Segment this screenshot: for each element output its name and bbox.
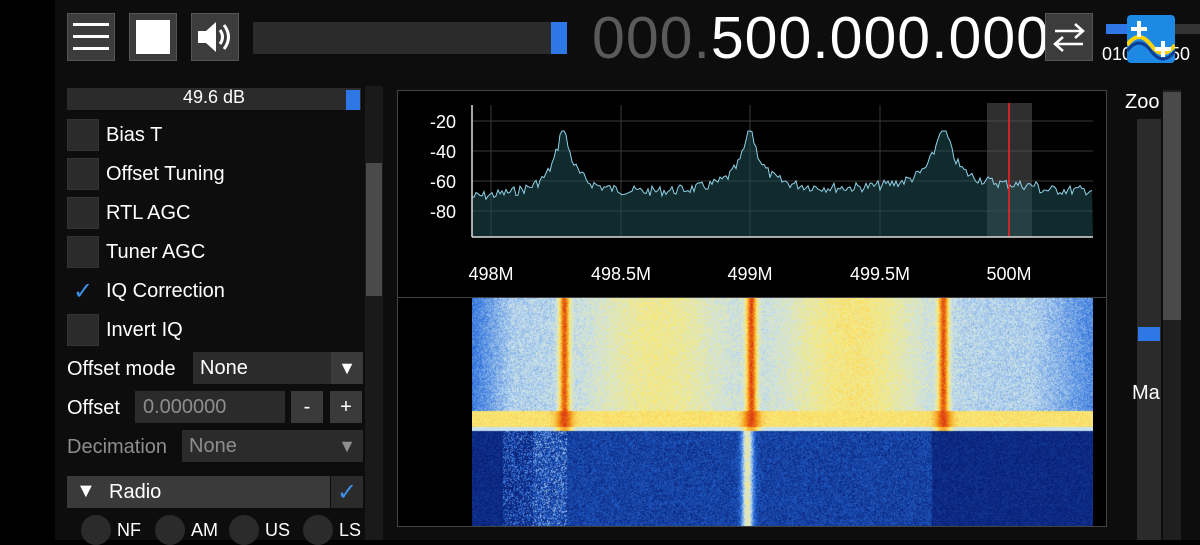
collapse-triangle-icon: ▼ [76, 480, 96, 502]
y-tick-label: -40 [430, 142, 456, 162]
mode-label-am: AM [191, 520, 218, 540]
y-tick-label: -80 [430, 202, 456, 222]
decimation-value: None [189, 435, 237, 457]
mode-radio-lsb[interactable] [303, 515, 333, 545]
right-scrollbar-thumb[interactable] [1163, 92, 1181, 320]
option-tuner-agc[interactable]: Tuner AGC [67, 236, 357, 270]
waterfall-canvas[interactable] [472, 298, 1093, 526]
option-offset-tuning[interactable]: Offset Tuning [67, 158, 357, 192]
checkbox[interactable] [67, 314, 99, 346]
offset-increment-button[interactable]: + [330, 391, 362, 423]
fft-plot[interactable]: -20 -40 -60 -80 498M 498.5M 499M 499.5M … [398, 91, 1108, 299]
waterfall-view[interactable] [397, 297, 1107, 527]
frequency-display[interactable]: 000.500.000.000 [592, 4, 1050, 72]
gain-value: 49.6 dB [182, 87, 246, 107]
checkbox-checked[interactable]: ✓ [67, 275, 99, 307]
radio-section-title: Radio [109, 481, 162, 503]
x-tick-label: 500M [986, 264, 1031, 284]
option-label: Invert IQ [106, 319, 183, 341]
offset-mode-label: Offset mode [67, 358, 176, 380]
radio-enable-checkbox[interactable]: ✓ [331, 476, 363, 508]
speaker-icon [198, 22, 230, 52]
mode-radio-usb[interactable] [229, 515, 259, 545]
mode-radio-nfm[interactable] [81, 515, 111, 545]
option-bias-t[interactable]: Bias T [67, 119, 357, 153]
offset-value: 0.000000 [143, 396, 227, 418]
mode-label-lsb: LS [339, 520, 362, 540]
frequency-dim-digits[interactable]: 000. [592, 5, 711, 71]
option-label: IQ Correction [106, 280, 225, 302]
option-label: RTL AGC [106, 202, 191, 224]
app-logo-icon [1127, 21, 1175, 61]
plus-icon: + [340, 395, 352, 418]
option-rtl-agc[interactable]: RTL AGC [67, 197, 357, 231]
checkbox[interactable] [67, 197, 99, 229]
x-tick-label: 498M [468, 264, 513, 284]
swap-arrows-icon [1053, 23, 1085, 52]
offset-label: Offset [67, 397, 120, 419]
checkbox[interactable] [67, 236, 99, 268]
volume-slider[interactable] [253, 22, 567, 54]
app-logo[interactable] [1127, 15, 1175, 63]
mode-label-usb: US [265, 520, 291, 540]
option-label: Offset Tuning [106, 163, 225, 185]
hamburger-icon [73, 23, 109, 50]
x-tick-label: 499M [727, 264, 772, 284]
option-label: Tuner AGC [106, 241, 206, 263]
offset-mode-value: None [200, 357, 248, 379]
option-label: Bias T [106, 124, 163, 146]
mute-button[interactable] [191, 13, 239, 61]
stop-icon [136, 20, 170, 54]
max-label: Ma [1132, 382, 1160, 404]
mode-label-nfm: NF [117, 520, 141, 540]
checkbox[interactable] [67, 119, 99, 151]
checkbox[interactable] [67, 158, 99, 190]
checkmark-icon: ✓ [72, 277, 94, 305]
x-tick-label: 498.5M [591, 264, 651, 284]
checkmark-icon: ✓ [336, 478, 358, 506]
zoom-label: Zoo [1125, 91, 1160, 113]
panel-scrollbar[interactable] [365, 86, 383, 540]
minus-icon: - [303, 395, 311, 418]
panel-scrollbar-thumb[interactable] [366, 163, 382, 296]
frequency-main-digits[interactable]: 500.000.000 [711, 5, 1050, 71]
x-tick-label: 499.5M [850, 264, 910, 284]
option-invert-iq[interactable]: Invert IQ [67, 314, 357, 348]
volume-slider-knob[interactable] [551, 22, 567, 54]
offset-input[interactable]: 0.000000 [135, 391, 285, 423]
zoom-slider-knob[interactable] [1138, 327, 1160, 341]
decimation-select[interactable]: None ▼ [182, 430, 363, 462]
swap-button[interactable] [1045, 13, 1093, 61]
snr-meter-fill [1106, 24, 1128, 34]
source-settings-panel: 49.6 dB Bias T Offset Tuning RTL AGC Tun… [67, 86, 363, 540]
chevron-down-icon: ▼ [331, 430, 363, 462]
chevron-down-icon: ▼ [331, 352, 363, 384]
fft-spectrum-view[interactable]: -20 -40 -60 -80 498M 498.5M 499M 499.5M … [397, 90, 1107, 298]
offset-mode-select[interactable]: None ▼ [193, 352, 363, 384]
y-tick-label: -20 [430, 112, 456, 132]
option-iq-correction[interactable]: ✓ IQ Correction [67, 275, 357, 309]
radio-section-header[interactable]: ▼ Radio [67, 476, 330, 508]
mode-radio-am[interactable] [155, 515, 185, 545]
offset-decrement-button[interactable]: - [291, 391, 323, 423]
y-tick-label: -60 [430, 172, 456, 192]
decimation-label: Decimation [67, 436, 168, 458]
stop-button[interactable] [129, 13, 177, 61]
menu-button[interactable] [67, 13, 115, 61]
